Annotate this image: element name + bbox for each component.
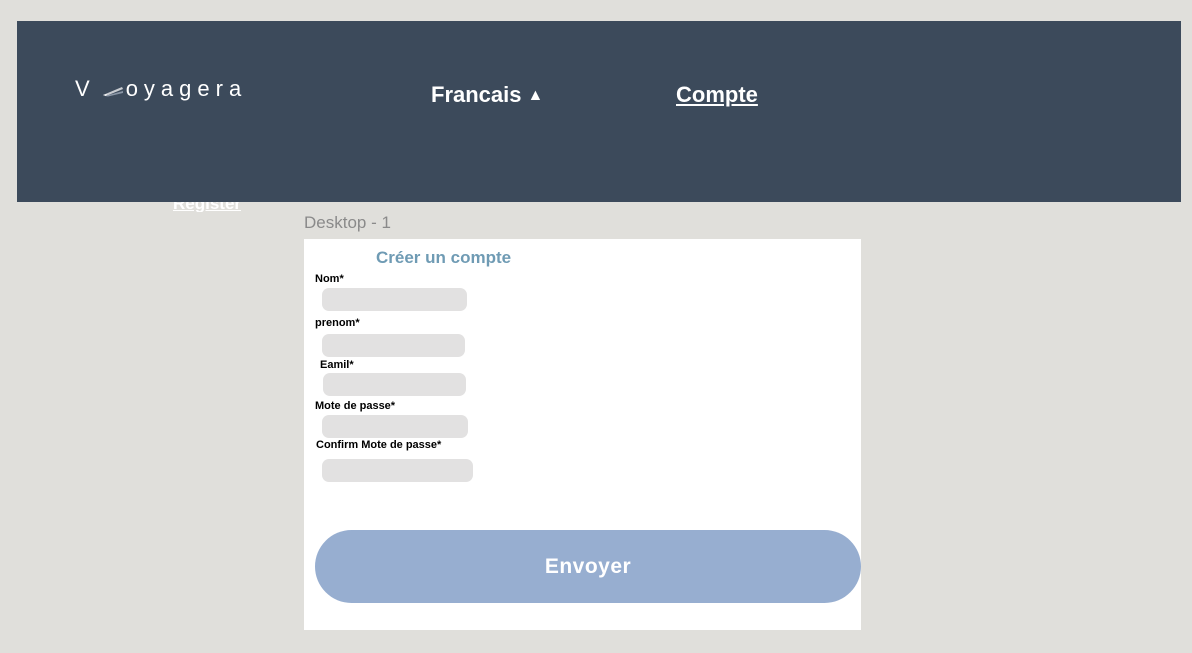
account-link[interactable]: Compte — [676, 82, 758, 108]
brand-logo[interactable]: Voyagera — [75, 76, 247, 103]
form-title: Créer un compte — [376, 248, 512, 267]
password-input[interactable] — [322, 415, 468, 438]
page-canvas: Register Voyagera Francais ▲ Compte Deskt… — [0, 0, 1192, 653]
last-name-label: Nom* — [315, 273, 344, 285]
frame-label: Desktop - 1 — [304, 213, 391, 232]
signup-form-panel: Créer un compte Nom* prenom* Eamil* Mote… — [304, 239, 861, 630]
logo-letter: V — [75, 76, 96, 101]
submit-button[interactable]: Envoyer — [315, 530, 861, 603]
email-label: Eamil* — [320, 359, 354, 371]
first-name-label: prenom* — [315, 317, 360, 329]
language-selector[interactable]: Francais ▲ — [431, 82, 543, 108]
language-label: Francais — [431, 82, 522, 107]
plane-icon — [102, 77, 124, 103]
top-navbar: Voyagera Francais ▲ Compte — [17, 21, 1181, 202]
logo-text: oyagera — [125, 76, 248, 101]
email-input[interactable] — [323, 373, 466, 396]
last-name-input[interactable] — [322, 288, 467, 311]
password-label: Mote de passe* — [315, 400, 396, 412]
first-name-input[interactable] — [322, 334, 465, 357]
confirm-password-input[interactable] — [322, 459, 473, 482]
confirm-password-label: Confirm Mote de passe* — [316, 439, 442, 451]
caret-up-icon: ▲ — [527, 87, 544, 104]
